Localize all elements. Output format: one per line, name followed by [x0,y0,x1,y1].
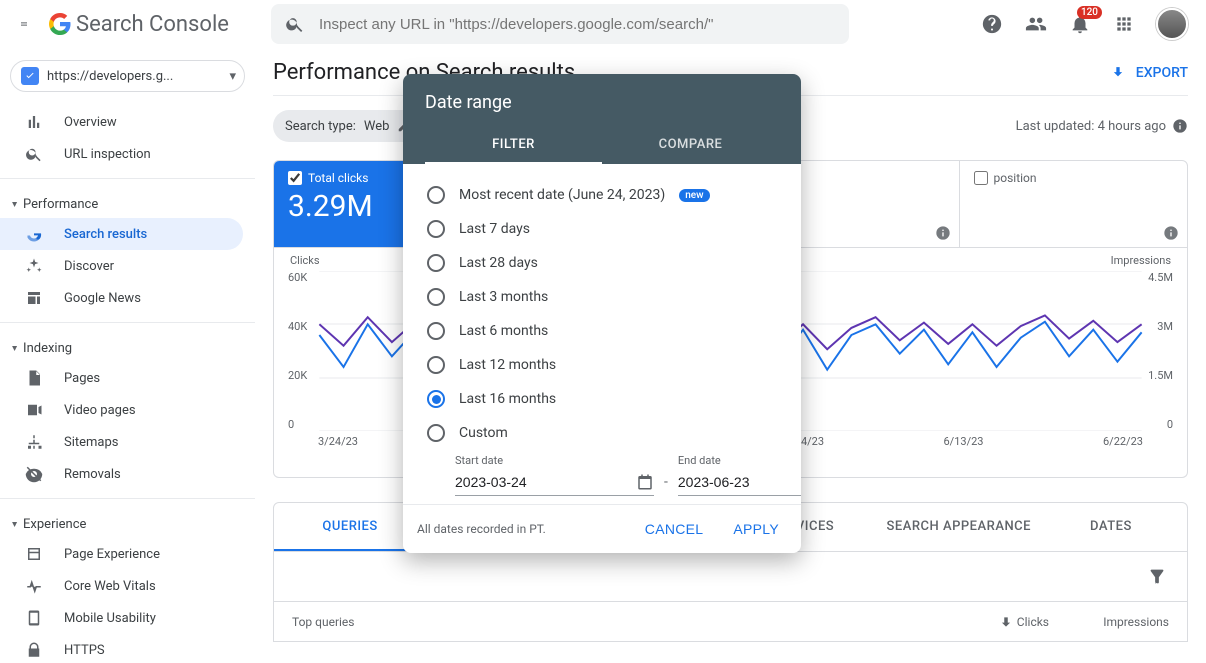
date-range-dialog: Date range FILTERCOMPARE Most recent dat… [403,74,801,553]
custom-date-inputs: Start date-End date [423,450,781,504]
option-label: Last 12 months [459,357,556,373]
date-option-1[interactable]: Last 7 days [423,212,781,246]
option-label: Last 28 days [459,255,538,271]
radio-icon [427,186,445,204]
option-label: Last 7 days [459,221,530,237]
option-label: Last 3 months [459,289,548,305]
date-option-6[interactable]: Last 16 months [423,382,781,416]
dialog-body: Most recent date (June 24, 2023) new Last … [403,164,801,504]
radio-icon [427,424,445,442]
start-date-label: Start date [455,454,654,467]
start-date-input[interactable] [455,474,636,490]
dialog-tab-filter[interactable]: FILTER [425,127,602,164]
radio-icon [427,254,445,272]
date-option-5[interactable]: Last 12 months [423,348,781,382]
option-label: Last 6 months [459,323,548,339]
new-badge: new [679,189,709,202]
cancel-button[interactable]: CANCEL [637,515,712,543]
radio-icon [427,322,445,340]
footer-note: All dates recorded in PT. [417,522,546,536]
date-option-3[interactable]: Last 3 months [423,280,781,314]
end-date-field: End date [678,454,801,496]
end-date-input[interactable] [678,474,801,490]
radio-icon [427,220,445,238]
dialog-header: Date range FILTERCOMPARE [403,74,801,164]
dialog-tab-compare[interactable]: COMPARE [602,127,779,164]
radio-icon [427,390,445,408]
calendar-icon[interactable] [636,473,654,491]
apply-button[interactable]: APPLY [725,515,787,543]
option-label: Custom [459,425,508,441]
start-date-field: Start date [455,454,654,496]
date-option-0[interactable]: Most recent date (June 24, 2023) new [423,178,781,212]
radio-icon [427,288,445,306]
radio-icon [427,356,445,374]
dialog-title: Date range [425,92,779,113]
dialog-footer: All dates recorded in PT. CANCEL APPLY [403,504,801,553]
date-option-7[interactable]: Custom [423,416,781,450]
end-date-label: End date [678,454,801,467]
date-separator: - [664,474,668,496]
date-option-2[interactable]: Last 28 days [423,246,781,280]
date-option-4[interactable]: Last 6 months [423,314,781,348]
option-label: Most recent date (June 24, 2023) [459,187,665,203]
option-label: Last 16 months [459,391,556,407]
